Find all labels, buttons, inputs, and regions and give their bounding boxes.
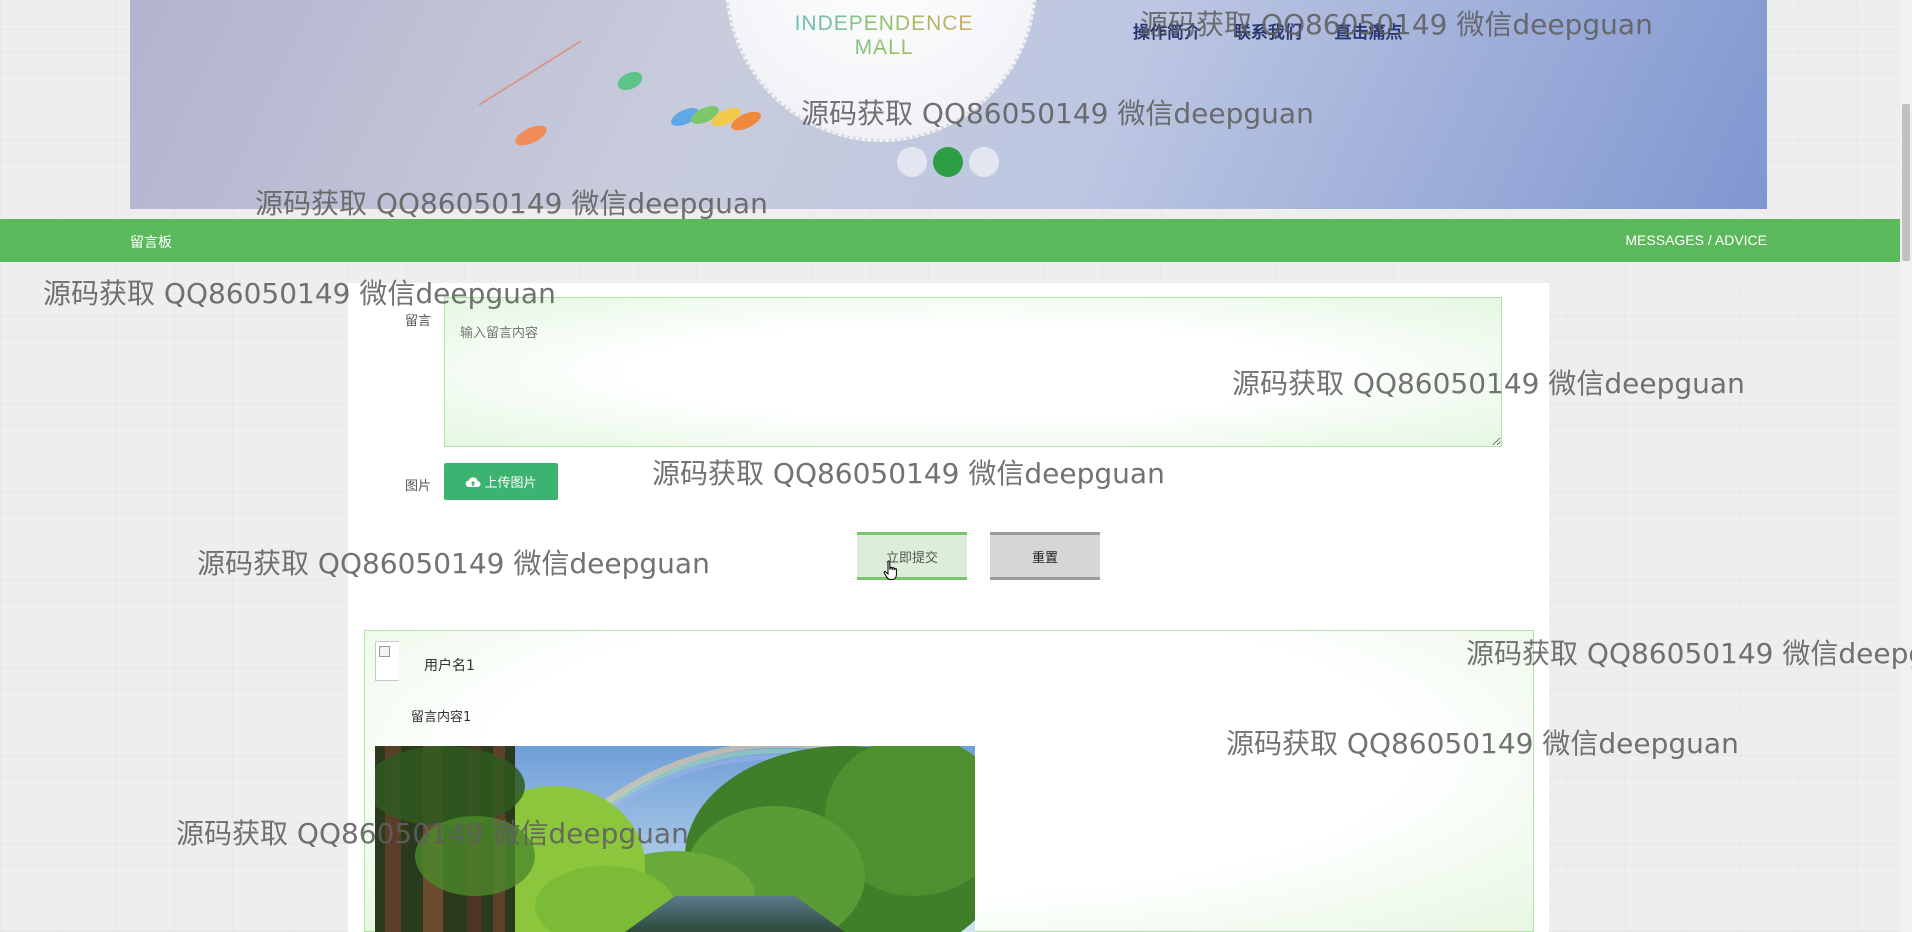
avatar (375, 641, 399, 681)
nav-item-contact[interactable]: 联系我们 (1234, 23, 1302, 42)
banner-decoration (614, 68, 646, 94)
forest-river-photo (375, 746, 975, 932)
message-username: 用户名1 (424, 658, 475, 674)
message-textarea[interactable] (444, 297, 1502, 447)
carousel-dot-2[interactable] (933, 147, 963, 177)
section-subtitle: MESSAGES / ADVICE (1625, 232, 1767, 248)
nav-item-painpoints[interactable]: 直击痛点 (1334, 23, 1402, 42)
section-header-bar: 留言板 MESSAGES / ADVICE (0, 219, 1900, 262)
reset-button[interactable]: 重置 (990, 532, 1100, 580)
banner-decoration (512, 121, 550, 150)
scrollbar-thumb[interactable] (1902, 104, 1910, 261)
banner-nav: 操作简介 联系我们 直击痛点 (1133, 18, 1430, 43)
hero-banner: INDEPENDENCE MALL 操作简介 联系我们 直击痛点 (130, 0, 1767, 209)
hand-cursor-icon (883, 560, 897, 580)
page-scrollbar[interactable] (1900, 0, 1912, 932)
message-label: 留言 (405, 314, 432, 329)
upload-image-button[interactable]: 上传图片 (444, 463, 558, 500)
section-title: 留言板 (130, 234, 172, 250)
submit-button[interactable]: 立即提交 (857, 532, 967, 580)
image-label: 图片 (405, 479, 432, 494)
carousel-dot-3[interactable] (969, 147, 999, 177)
cloud-upload-icon (466, 476, 481, 487)
carousel-indicators (897, 147, 999, 177)
mall-name: INDEPENDENCE MALL (764, 12, 1004, 60)
upload-button-label: 上传图片 (484, 476, 537, 491)
carousel-dot-1[interactable] (897, 147, 927, 177)
message-image[interactable] (375, 746, 975, 932)
nav-item-intro[interactable]: 操作简介 (1133, 23, 1201, 42)
banner-decoration (478, 40, 582, 106)
message-content: 留言内容1 (411, 710, 472, 725)
